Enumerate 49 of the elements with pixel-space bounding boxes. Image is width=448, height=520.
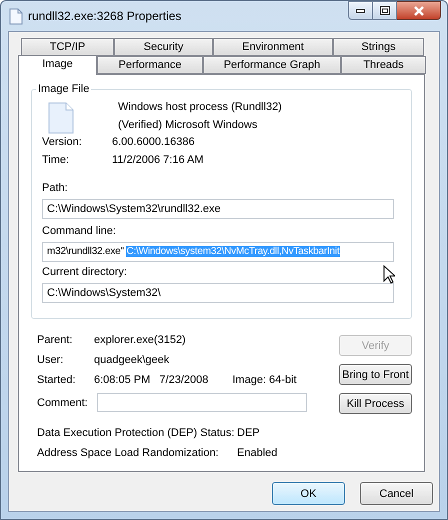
maximize-button[interactable] (373, 1, 397, 20)
action-button[interactable]: Kill Process (339, 393, 412, 414)
file-icon (48, 102, 74, 134)
field-value: 6.00.6000.16386 (112, 135, 195, 149)
minimize-button[interactable] (348, 1, 373, 20)
group-title: Image File (36, 82, 92, 96)
dialog-button[interactable]: OK (272, 482, 345, 505)
field-label: Time: (42, 153, 70, 167)
field-value: 6:08:05 PM 7/23/2008 (94, 373, 208, 387)
action-button[interactable]: Bring to Front (339, 364, 412, 385)
tab[interactable]: Strings (333, 38, 424, 56)
maximize-icon (380, 6, 390, 15)
field-label: Command line: (42, 224, 116, 238)
tab[interactable]: Image (18, 55, 97, 75)
field-label: Data Execution Protection (DEP) Status: (37, 426, 236, 440)
field-value: quadgeek\geek (94, 353, 170, 367)
field-value: Image: 64-bit (232, 373, 297, 387)
field-label: Started: (37, 373, 77, 387)
field-label: Path: (42, 181, 68, 195)
field-label: Version: (42, 135, 83, 149)
tab[interactable]: Security (114, 38, 213, 56)
field-label: Parent: (37, 333, 74, 347)
document-icon (9, 8, 23, 24)
field-label: User: (37, 353, 64, 367)
minimize-icon (356, 8, 365, 12)
close-button[interactable] (397, 1, 441, 20)
tab[interactable]: Performance Graph (203, 56, 341, 74)
field-value: DEP (237, 426, 260, 440)
tab[interactable]: Threads (341, 56, 426, 74)
field-value: 11/2/2006 7:16 AM (112, 153, 204, 167)
directory-field[interactable]: C:\Windows\System32\ (42, 283, 394, 303)
comment-field[interactable] (97, 393, 307, 412)
field-label: Current directory: (42, 265, 127, 279)
tab[interactable]: Performance (97, 56, 203, 74)
company-name: (Verified) Microsoft Windows (118, 118, 258, 132)
file-description: Windows host process (Rundll32) (118, 100, 282, 114)
field-value: Enabled (237, 446, 278, 460)
window-title: rundll32.exe:3268 Properties (28, 9, 182, 23)
field-value: explorer.exe(3152) (94, 333, 186, 347)
tab[interactable]: Environment (213, 38, 333, 56)
dialog-button[interactable]: Cancel (360, 482, 433, 505)
selected-text: C:\Windows\system32\NvMcTray.dll,NvTaskbarInit (126, 246, 340, 257)
comment-label: Comment: (37, 396, 89, 410)
mouse-cursor-icon (383, 265, 395, 284)
command-line-field[interactable]: m32\rundll32.exe" C:\Windows\system32\NvMcTray.dll,NvTaskbarInit (42, 242, 394, 262)
path-field[interactable]: C:\Windows\System32\rundll32.exe (42, 199, 394, 219)
close-icon (412, 6, 424, 16)
tab[interactable]: TCP/IP (21, 38, 114, 56)
field-label: Address Space Load Randomization: (37, 446, 220, 460)
